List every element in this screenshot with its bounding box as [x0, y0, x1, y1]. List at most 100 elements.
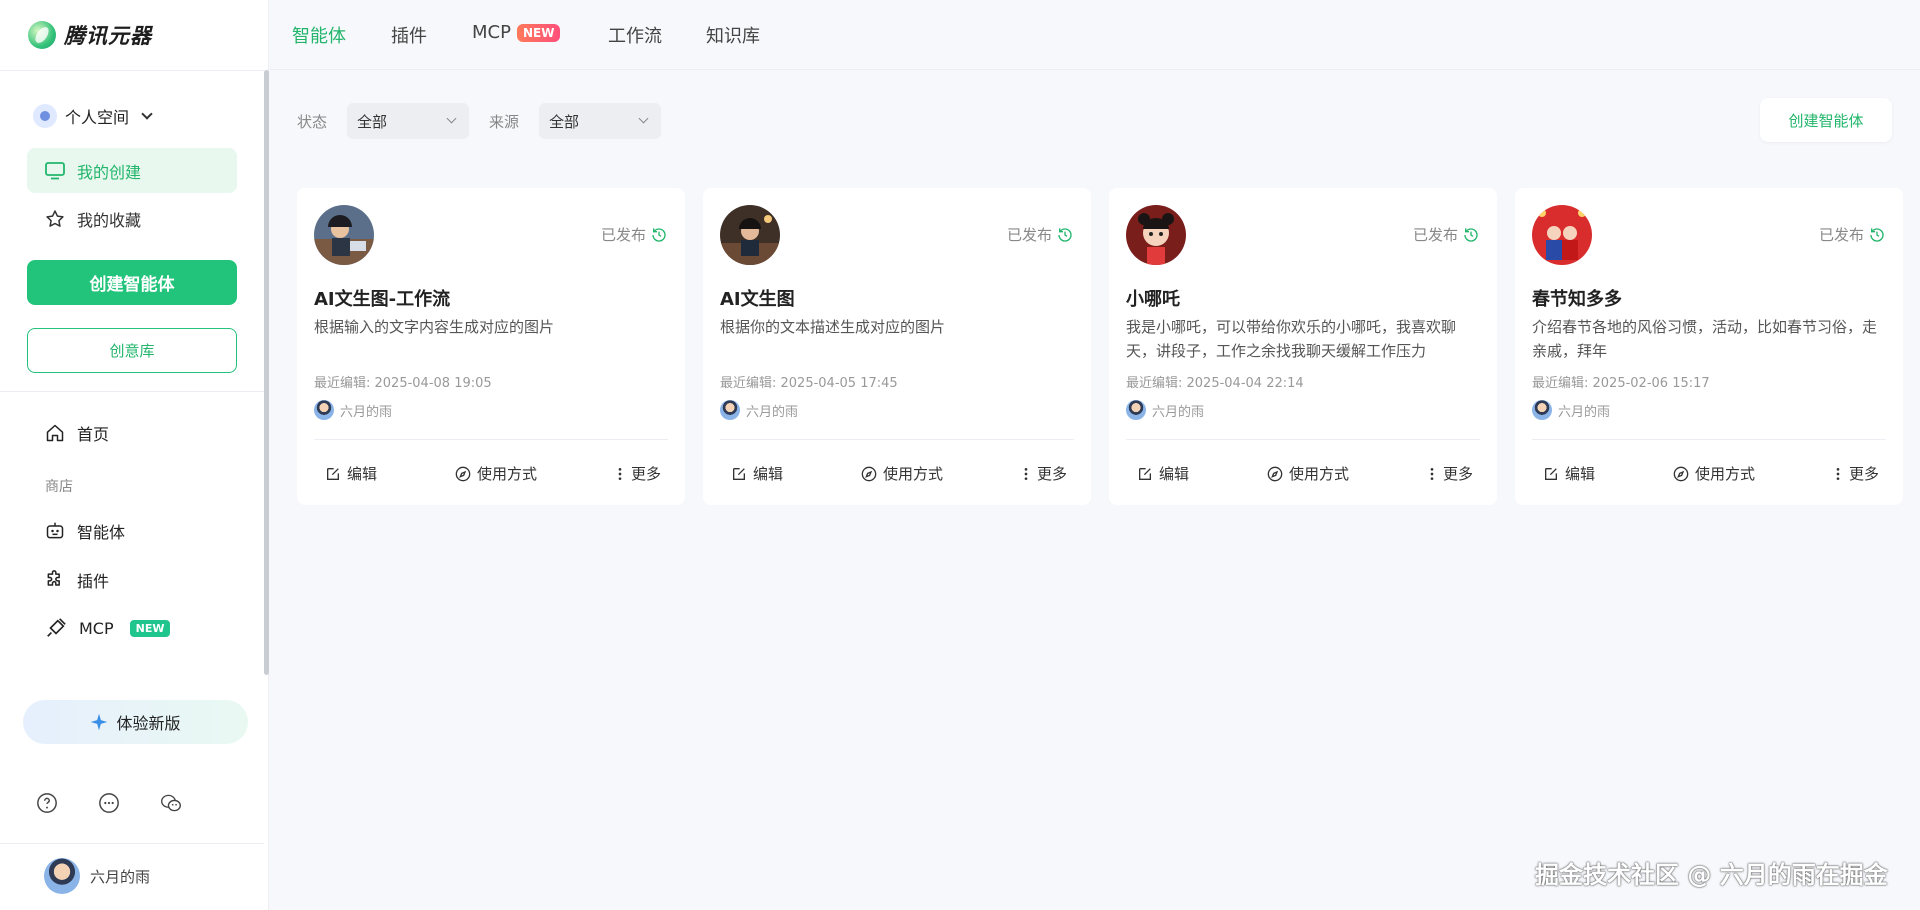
action-label: 使用方式	[882, 465, 943, 483]
sidebar-item-favorites[interactable]: 我的收藏	[27, 196, 237, 241]
user-icon	[33, 104, 57, 128]
history-icon	[1058, 227, 1072, 242]
new-badge: NEW	[516, 23, 561, 42]
avatar	[314, 400, 334, 420]
user-profile[interactable]: 六月的雨	[44, 858, 150, 894]
tab-label: MCP	[472, 22, 511, 43]
more-icon	[618, 467, 622, 480]
action-label: 编辑	[1565, 465, 1596, 483]
space-label: 个人空间	[65, 108, 130, 127]
agent-card[interactable]: 已发布 小哪吒 我是小哪吒，可以带给你欢乐的小哪吒，我喜欢聊天，讲段子，工作之余…	[1109, 188, 1497, 505]
status-text: 已发布	[1412, 226, 1458, 244]
agent-card[interactable]: 已发布 春节知多多 介绍春节各地的风俗习惯，活动，比如春节习俗，走亲戚，拜年 最…	[1515, 188, 1903, 505]
more-button[interactable]: 更多	[615, 463, 661, 484]
edit-button[interactable]: 编辑	[1543, 463, 1595, 484]
create-agent-button[interactable]: 创建智能体	[27, 260, 237, 305]
status-text: 已发布	[600, 226, 646, 244]
owner-name: 六月的雨	[340, 404, 393, 420]
sidebar-scrollbar[interactable]	[264, 70, 269, 675]
sidebar-item-my-creations[interactable]: 我的创建	[27, 148, 237, 193]
edit-button[interactable]: 编辑	[731, 463, 783, 484]
more-button[interactable]: 更多	[1021, 463, 1067, 484]
chat-icon[interactable]	[98, 792, 120, 814]
agent-avatar	[314, 205, 374, 265]
tab-agents[interactable]: 智能体	[292, 22, 346, 48]
select-value: 全部	[357, 112, 388, 131]
card-actions: 编辑 使用方式 更多	[325, 463, 661, 484]
new-badge: NEW	[129, 619, 171, 637]
idea-library-button[interactable]: 创意库	[27, 328, 237, 373]
plug-icon	[47, 618, 66, 637]
agent-avatar	[1126, 205, 1186, 265]
tab-knowledge-base[interactable]: 知识库	[706, 22, 760, 48]
divider	[314, 439, 668, 440]
agent-card[interactable]: 已发布 AI文生图-工作流 根据输入的文字内容生成对应的图片 最近编辑: 202…	[297, 188, 685, 505]
compass-icon	[861, 466, 877, 481]
status-text: 已发布	[1006, 226, 1052, 244]
more-button[interactable]: 更多	[1427, 463, 1473, 484]
sidebar-item-home[interactable]: 首页	[45, 421, 109, 445]
select-value: 全部	[549, 112, 580, 131]
status-badge: 已发布	[1007, 224, 1073, 245]
sidebar-item-agents[interactable]: 智能体	[45, 519, 125, 543]
sidebar: 腾讯元器 个人空间 我的创建 我的收藏 创建智能体 创意库 首页 商店 智能体 …	[0, 0, 269, 910]
source-select[interactable]: 全部	[539, 103, 661, 139]
user-name: 六月的雨	[90, 867, 151, 886]
action-label: 编辑	[1159, 465, 1190, 483]
wechat-icon[interactable]	[160, 792, 182, 814]
avatar	[44, 858, 80, 894]
sidebar-item-label: 我的收藏	[77, 210, 142, 230]
history-icon	[652, 227, 666, 242]
divider	[1532, 439, 1886, 440]
usage-button[interactable]: 使用方式	[455, 463, 537, 484]
status-select[interactable]: 全部	[347, 103, 469, 139]
divider	[0, 70, 264, 71]
create-agent-button[interactable]: 创建智能体	[1760, 98, 1892, 142]
avatar	[1532, 400, 1552, 420]
usage-button[interactable]: 使用方式	[861, 463, 943, 484]
last-edit-time: 最近编辑: 2025-04-04 22:14	[1126, 376, 1304, 391]
agent-owner: 六月的雨	[314, 400, 392, 420]
brand-logo[interactable]: 腾讯元器	[28, 20, 152, 50]
agent-description: 根据输入的文字内容生成对应的图片	[314, 318, 555, 336]
history-icon	[1464, 227, 1478, 242]
sidebar-item-mcp[interactable]: MCP NEW	[45, 617, 171, 639]
chevron-down-icon	[638, 113, 649, 124]
tab-plugins[interactable]: 插件	[391, 22, 427, 48]
help-icon[interactable]	[36, 792, 58, 814]
sidebar-item-label: MCP	[79, 618, 114, 638]
agent-card[interactable]: 已发布 AI文生图 根据你的文本描述生成对应的图片 最近编辑: 2025-04-…	[703, 188, 1091, 505]
try-new-version-button[interactable]: 体验新版	[23, 700, 248, 744]
tab-workflow[interactable]: 工作流	[608, 22, 662, 48]
agent-description: 根据你的文本描述生成对应的图片	[720, 318, 946, 336]
sidebar-item-label: 插件	[77, 572, 110, 591]
more-button[interactable]: 更多	[1833, 463, 1879, 484]
sidebar-item-label: 首页	[77, 425, 110, 444]
top-nav: 智能体 插件 MCP NEW 工作流 知识库	[270, 0, 1920, 70]
status-text: 已发布	[1818, 226, 1864, 244]
more-icon	[1024, 467, 1028, 480]
chevron-down-icon	[446, 113, 457, 124]
home-icon	[46, 424, 64, 442]
status-badge: 已发布	[1413, 224, 1479, 245]
action-label: 使用方式	[476, 465, 537, 483]
sparkle-icon	[91, 713, 108, 731]
action-label: 更多	[630, 465, 661, 483]
edit-button[interactable]: 编辑	[325, 463, 377, 484]
edit-button[interactable]: 编辑	[1137, 463, 1189, 484]
action-label: 使用方式	[1288, 465, 1349, 483]
last-edit-time: 最近编辑: 2025-02-06 15:17	[1532, 376, 1710, 391]
owner-name: 六月的雨	[1558, 404, 1611, 420]
tab-label: 智能体	[292, 26, 346, 47]
space-selector[interactable]: 个人空间	[33, 104, 153, 128]
usage-button[interactable]: 使用方式	[1267, 463, 1349, 484]
more-icon	[1430, 467, 1434, 480]
last-edit-time: 最近编辑: 2025-04-05 17:45	[720, 376, 898, 391]
edit-icon	[733, 467, 745, 480]
sidebar-item-plugins[interactable]: 插件	[45, 568, 109, 592]
action-label: 编辑	[753, 465, 784, 483]
trial-label: 体验新版	[116, 714, 181, 733]
usage-button[interactable]: 使用方式	[1673, 463, 1755, 484]
tab-mcp[interactable]: MCP NEW	[472, 22, 561, 43]
edit-icon	[327, 467, 339, 480]
